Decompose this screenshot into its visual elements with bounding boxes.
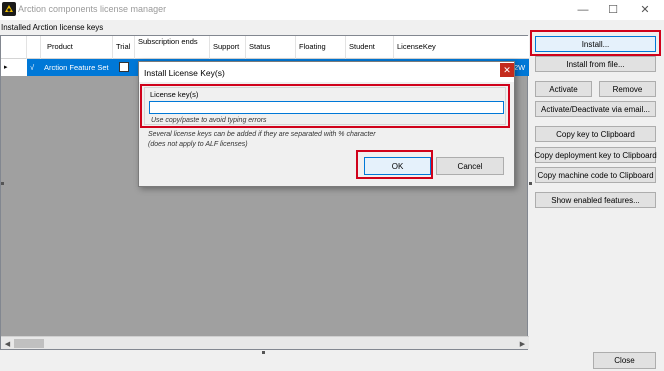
splitter-grip-bottom (262, 351, 265, 354)
row-flag-cell: √ (30, 63, 35, 72)
install-highlight-box (530, 30, 661, 56)
minimize-button[interactable]: — (570, 0, 596, 19)
remove-button[interactable]: Remove (599, 81, 656, 97)
window-title-bar: Arction components license manager — ☐ ✕ (0, 0, 664, 20)
dialog-close-button[interactable]: ✕ (500, 63, 514, 77)
column-header-flag[interactable] (27, 36, 41, 59)
dialog-title-bar: Install License Key(s) ✕ (139, 62, 514, 82)
column-header-subscription-ends[interactable]: Subscription ends (135, 36, 210, 59)
column-header-trial[interactable]: Trial (113, 36, 135, 59)
row-trial-cell (113, 59, 135, 76)
column-header-floating[interactable]: Floating (296, 36, 346, 59)
row-product-cell: Arction Feature Set (44, 63, 109, 72)
show-enabled-features-button[interactable]: Show enabled features... (535, 192, 656, 208)
column-header-status[interactable]: Status (246, 36, 296, 59)
install-from-file-button[interactable]: Install from file... (535, 56, 656, 72)
grid-header: Product Trial Subscription ends Support … (1, 36, 529, 59)
column-header-licensekey[interactable]: LicenseKey (394, 36, 529, 59)
ok-highlight-box (356, 150, 433, 179)
app-logo-icon (2, 2, 16, 16)
alf-note: (does not apply to ALF licenses) (148, 141, 248, 148)
cancel-button[interactable]: Cancel (436, 157, 504, 175)
copy-machine-code-button[interactable]: Copy machine code to Clipboard (535, 167, 656, 183)
scroll-left-icon[interactable]: ◀ (1, 337, 14, 350)
copy-key-button[interactable]: Copy key to Clipboard (535, 126, 656, 142)
installed-keys-label: Installed Arction license keys (1, 23, 104, 32)
maximize-button[interactable]: ☐ (600, 0, 626, 19)
trial-checkbox[interactable] (119, 62, 129, 72)
activate-button[interactable]: Activate (535, 81, 592, 97)
scroll-right-icon[interactable]: ▶ (516, 337, 529, 350)
activate-via-email-button[interactable]: Activate/Deactivate via email... (535, 101, 656, 117)
separator-note: Several license keys can be added if the… (148, 131, 376, 138)
scrollbar-thumb[interactable] (14, 339, 44, 348)
splitter-grip-left (1, 182, 4, 185)
window-title: Arction components license manager (18, 4, 167, 14)
horizontal-scrollbar[interactable]: ◀ ▶ (1, 336, 529, 349)
row-header-corner (1, 36, 27, 59)
install-license-dialog: Install License Key(s) ✕ License key(s) … (138, 61, 515, 187)
row-indicator-icon: ▸ (1, 59, 27, 76)
close-button[interactable]: Close (593, 352, 656, 369)
column-header-support[interactable]: Support (210, 36, 246, 59)
close-window-button[interactable]: ✕ (632, 0, 658, 19)
dialog-title: Install License Key(s) (144, 68, 225, 78)
row-licensekey-cell: 2W (514, 63, 526, 72)
license-group-highlight-box (140, 84, 510, 128)
column-header-product[interactable]: Product (41, 36, 113, 59)
copy-deployment-key-button[interactable]: Copy deployment key to Clipboard (534, 147, 657, 163)
column-header-student[interactable]: Student (346, 36, 394, 59)
splitter-grip-right (529, 182, 532, 185)
